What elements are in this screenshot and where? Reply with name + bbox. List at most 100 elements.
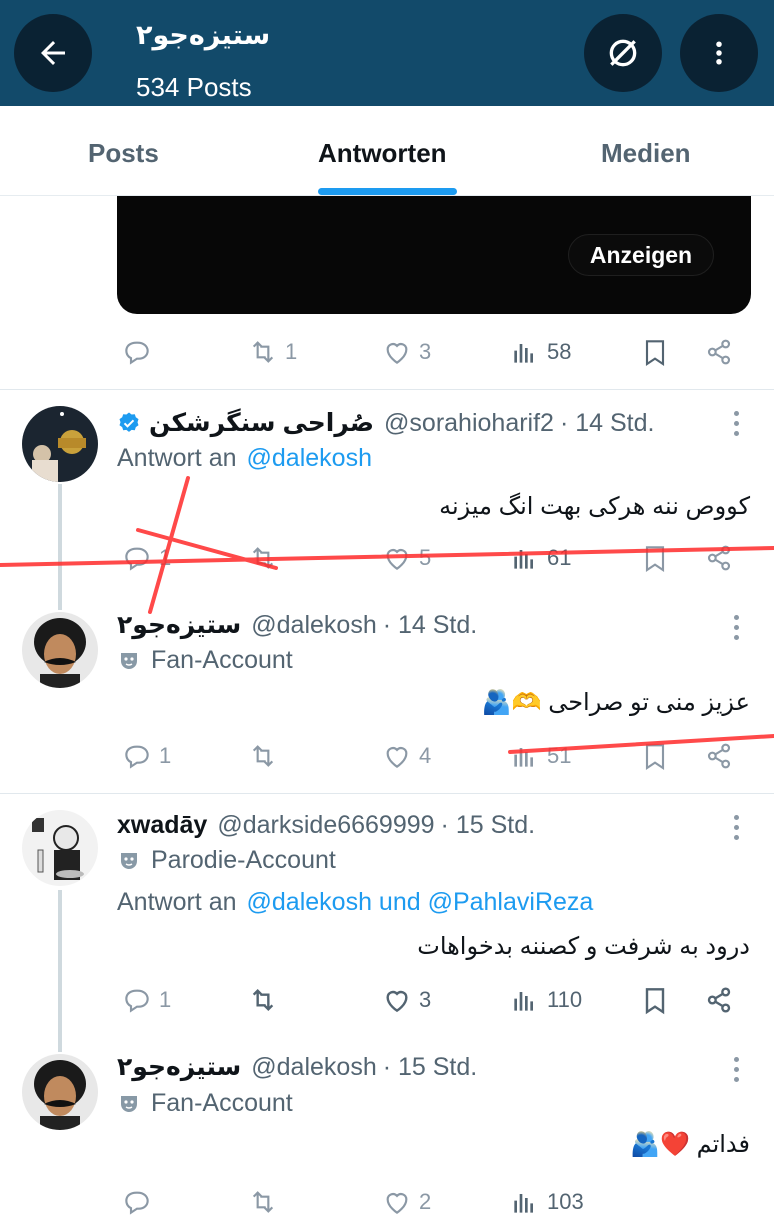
bookmark-button[interactable]	[639, 536, 671, 580]
back-button[interactable]	[14, 14, 92, 92]
account-label: Fan-Account	[117, 1089, 293, 1118]
reply-count: 1	[159, 545, 172, 570]
repost-button[interactable]: 1	[247, 330, 297, 374]
views-icon	[514, 748, 533, 767]
share-button[interactable]	[703, 330, 735, 374]
reply-icon	[125, 341, 149, 365]
avatar[interactable]	[22, 612, 98, 688]
account-label: Fan-Account	[117, 646, 293, 675]
reply-button[interactable]: 1	[121, 978, 171, 1022]
post-text: کووص ننه هرکی بهت انگ میزنه	[439, 493, 750, 520]
reply-button[interactable]	[121, 1180, 159, 1224]
share-icon	[707, 743, 731, 769]
repost-icon	[252, 547, 274, 569]
view-count: 61	[547, 545, 572, 570]
views-icon	[514, 344, 533, 363]
repost-count: 1	[285, 339, 298, 364]
repost-icon	[252, 341, 274, 363]
like-button[interactable]: 3	[381, 330, 431, 374]
link-button[interactable]	[584, 14, 662, 92]
reply-context: Antwort an @dalekosh	[117, 444, 372, 473]
more-vertical-icon	[716, 41, 722, 65]
reply-mention[interactable]: @dalekosh	[247, 444, 372, 473]
like-button[interactable]: 2	[381, 1180, 431, 1224]
thread-line	[58, 484, 62, 610]
more-options-button[interactable]	[680, 14, 758, 92]
share-icon	[707, 987, 731, 1013]
mask-icon	[121, 852, 137, 869]
views-icon	[514, 550, 533, 569]
heart-icon	[386, 549, 408, 570]
bookmark-button[interactable]	[639, 330, 671, 374]
user-handle[interactable]: @sorahioharif2	[384, 409, 554, 438]
like-count: 3	[419, 339, 432, 364]
account-label-text: Parodie-Account	[151, 846, 336, 874]
like-button[interactable]: 5	[381, 536, 431, 580]
reply-button[interactable]: 1	[121, 536, 171, 580]
bookmark-icon	[645, 988, 665, 1015]
reply-button[interactable]	[121, 330, 159, 374]
tab-replies[interactable]: Antworten	[318, 138, 447, 169]
avatar[interactable]	[22, 1054, 98, 1130]
display-name[interactable]: ستیزه‌جو۲	[117, 1052, 241, 1082]
like-button[interactable]: 4	[381, 734, 431, 778]
avatar[interactable]	[22, 810, 98, 886]
display-name[interactable]: xwadāy	[117, 811, 207, 840]
post-menu-button[interactable]	[726, 406, 746, 440]
tab-posts[interactable]: Posts	[88, 138, 159, 169]
display-name[interactable]: صُراحی سنگرشکن	[149, 408, 374, 438]
share-button[interactable]	[703, 536, 735, 580]
post-time: · 15 Std.	[382, 1052, 478, 1081]
avatar[interactable]	[22, 406, 98, 482]
views-button[interactable]: 58	[509, 330, 571, 374]
views-button[interactable]: 51	[509, 734, 571, 778]
views-button[interactable]: 110	[509, 978, 582, 1022]
reply-icon	[125, 989, 149, 1013]
display-name[interactable]: ستیزه‌جو۲	[117, 610, 241, 640]
post-text: درود به شرفت و کصننه بدخواهات	[417, 933, 750, 960]
post-actions: 1 5 61	[117, 536, 757, 580]
bookmark-button[interactable]	[639, 978, 671, 1022]
post-menu-button[interactable]	[726, 1052, 746, 1086]
profile-tabs: Posts Antworten Medien	[0, 106, 774, 196]
heart-icon	[386, 747, 408, 768]
reply-mention[interactable]: @dalekosh und @PahlaviReza	[247, 888, 594, 917]
view-count: 58	[547, 339, 572, 364]
view-count: 103	[547, 1189, 584, 1214]
like-count: 3	[419, 987, 432, 1012]
share-icon	[707, 339, 731, 365]
reply-prefix: Antwort an	[117, 444, 237, 472]
reply-context: Antwort an @dalekosh und @PahlaviReza	[117, 888, 593, 917]
top-app-bar: ستیزه‌جو۲ 534 Posts	[0, 0, 774, 106]
like-button[interactable]: 3	[381, 978, 431, 1022]
views-icon	[514, 992, 533, 1011]
share-button[interactable]	[703, 734, 735, 778]
profile-name: ستیزه‌جو۲	[136, 20, 271, 50]
post-time: · 14 Std.	[559, 408, 655, 437]
share-icon	[707, 545, 731, 571]
account-label: Parodie-Account	[117, 846, 336, 875]
reply-button[interactable]: 1	[121, 734, 171, 778]
share-button[interactable]	[703, 978, 735, 1022]
user-handle[interactable]: @dalekosh	[251, 1053, 376, 1082]
repost-button[interactable]	[247, 1180, 285, 1224]
active-tab-indicator	[318, 188, 457, 195]
post-menu-button[interactable]	[726, 810, 746, 844]
tab-media[interactable]: Medien	[601, 138, 691, 169]
avatar-image	[22, 1054, 98, 1130]
repost-button[interactable]	[247, 536, 285, 580]
bookmark-button[interactable]	[639, 734, 671, 778]
mask-icon	[121, 652, 137, 669]
user-handle[interactable]: @dalekosh	[251, 611, 376, 640]
user-handle[interactable]: @darkside6669999	[217, 811, 434, 840]
account-label-text: Fan-Account	[151, 646, 293, 674]
repost-icon	[252, 1191, 274, 1213]
reply-icon	[125, 1191, 149, 1215]
show-media-button[interactable]: Anzeigen	[568, 234, 714, 276]
views-button[interactable]: 61	[509, 536, 571, 580]
repost-button[interactable]	[247, 734, 285, 778]
repost-button[interactable]	[247, 978, 285, 1022]
views-button[interactable]: 103	[509, 1180, 584, 1224]
post-actions: 1 3 58	[117, 330, 757, 374]
post-menu-button[interactable]	[726, 610, 746, 644]
